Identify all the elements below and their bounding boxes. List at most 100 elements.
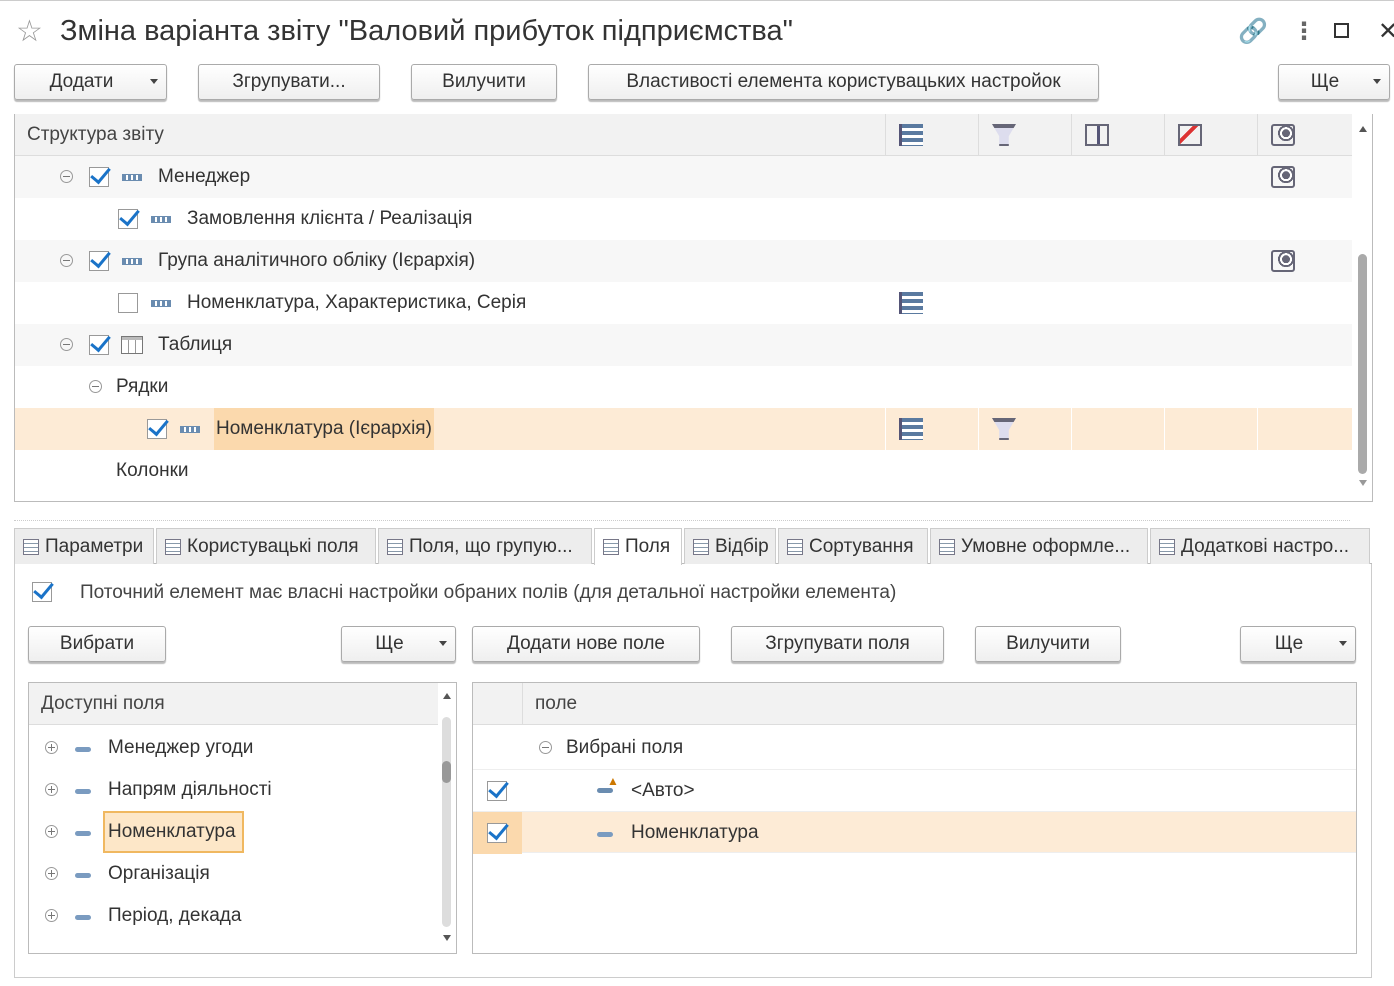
link-icon[interactable]: 🔗 [1238,19,1268,45]
tab-user-fields[interactable]: Користувацькі поля [156,528,376,564]
grouping-icon [180,426,200,433]
list-item-label: Організація [108,863,210,884]
available-fields-header: Доступні поля [29,683,438,725]
more-right-button[interactable]: Ще [1240,626,1356,662]
structure-row-nomenclature-series[interactable]: Номенклатура, Характеристика, Серія [15,282,1352,324]
collapse-icon[interactable] [89,380,102,393]
row-checkbox[interactable] [89,167,109,187]
available-fields-scrollbar[interactable] [440,689,452,945]
structure-row-nomenclature-hierarchy[interactable]: Номенклатура (Ієрархія) [15,408,1352,450]
scroll-down-icon[interactable] [1359,480,1367,486]
row-checkbox[interactable] [89,251,109,271]
own-settings-checkbox[interactable] [32,582,52,602]
column-divider [885,408,886,450]
more-button-label: Ще [1310,71,1340,92]
list-item[interactable]: Період, декада [29,895,438,937]
list-item-selected[interactable]: Номенклатура [29,811,438,853]
favorite-star-icon[interactable]: ☆ [16,17,43,47]
settings-icon[interactable] [1271,250,1295,272]
list-item[interactable]: Напрям діяльності [29,769,438,811]
collapse-icon[interactable] [60,254,73,267]
tab-sort[interactable]: Сортування [778,528,928,564]
group-button[interactable]: Згрупувати... [198,64,380,100]
tab-grouping-fields[interactable]: Поля, що групую... [378,528,592,564]
selected-fields-icon[interactable] [899,418,923,440]
field-icon [597,832,613,837]
field-checkbox[interactable] [487,823,507,843]
column-divider [978,114,979,156]
remove-field-button[interactable]: Вилучити [975,626,1121,662]
conditional-format-column-icon[interactable] [1178,124,1202,146]
tab-fields[interactable]: Поля [594,528,682,565]
tab-conditional-format[interactable]: Умовне оформле... [930,528,1148,564]
table-row-selected[interactable]: Номенклатура [473,811,1356,854]
own-settings-label: Поточний елемент має власні настройки об… [80,582,897,603]
scroll-up-icon[interactable] [443,693,451,699]
expand-icon[interactable] [45,909,58,922]
selected-fields-column-icon[interactable] [899,124,923,146]
expand-icon[interactable] [45,825,58,838]
maximize-icon[interactable] [1334,23,1349,38]
collapse-icon[interactable] [539,741,552,754]
field-checkbox[interactable] [487,781,507,801]
selected-fields-icon[interactable] [899,292,923,314]
element-properties-button[interactable]: Властивості елемента користувацьких наст… [588,64,1099,100]
remove-button[interactable]: Вилучити [411,64,557,100]
structure-row-columns[interactable]: Колонки [15,450,1352,492]
add-button[interactable]: Додати [14,64,167,100]
close-icon[interactable]: ✕ [1378,19,1394,45]
row-checkbox[interactable] [147,419,167,439]
selected-group-row[interactable]: Вибрані поля [473,727,1356,769]
more-actions-icon[interactable]: ⋮ [1292,19,1316,45]
scroll-thumb[interactable] [1358,254,1367,474]
tab-filter[interactable]: Відбір [684,528,776,564]
selected-fields-header: поле [473,683,1356,725]
report-structure-tree[interactable]: Структура звіту Менеджер Замовлення кліє… [14,114,1373,502]
expand-icon[interactable] [45,867,58,880]
collapse-icon[interactable] [60,170,73,183]
row-checkbox[interactable] [118,293,138,313]
group-fields-button[interactable]: Згрупувати поля [731,626,944,662]
splitter[interactable] [14,520,1350,521]
structure-header: Структура звіту [15,114,1352,156]
tab-parameters[interactable]: Параметри [14,528,154,564]
expand-icon[interactable] [45,741,58,754]
table-row[interactable]: ▲ <Авто> [473,769,1356,811]
structure-scrollbar[interactable] [1356,122,1368,492]
structure-row-order[interactable]: Замовлення клієнта / Реалізація [15,198,1352,240]
sort-column-icon[interactable] [1085,124,1109,146]
selected-fields-list[interactable]: поле Вибрані поля ▲ <Авто> Номенклатура [472,682,1357,954]
structure-row-rows[interactable]: Рядки [15,366,1352,408]
list-item[interactable]: Організація [29,853,438,895]
group-label: Вибрані поля [566,737,684,758]
collapse-icon[interactable] [60,338,73,351]
scroll-thumb[interactable] [442,761,451,783]
row-label: Замовлення клієнта / Реалізація [187,208,473,229]
column-divider [1164,114,1165,156]
row-label: Група аналітичного обліку (Ієрархія) [158,250,476,271]
more-left-button[interactable]: Ще [341,626,456,662]
window-title: Зміна варіанта звіту "Валовий прибуток п… [60,15,793,47]
add-new-field-button[interactable]: Додати нове поле [472,626,700,662]
expand-icon[interactable] [45,783,58,796]
scroll-down-icon[interactable] [443,935,451,941]
structure-row-table[interactable]: Таблиця [15,324,1352,366]
row-checkbox[interactable] [89,335,109,355]
select-button[interactable]: Вибрати [28,626,166,662]
structure-row-manager[interactable]: Менеджер [15,156,1352,198]
filter-column-icon[interactable] [992,124,1016,146]
settings-column-icon[interactable] [1271,124,1295,146]
structure-row-analytics-group[interactable]: Група аналітичного обліку (Ієрархія) [15,240,1352,282]
scroll-up-icon[interactable] [1359,126,1367,132]
more-button[interactable]: Ще [1278,64,1390,100]
tab-additional-settings[interactable]: Додаткові настро... [1150,528,1370,564]
settings-icon[interactable] [1271,166,1295,188]
available-fields-list[interactable]: Доступні поля Менеджер угоди Напрям діял… [28,682,457,954]
list-item[interactable]: Менеджер угоди [29,727,438,769]
column-divider [522,683,523,725]
filter-icon[interactable] [992,418,1016,440]
column-divider [1071,114,1072,156]
row-checkbox[interactable] [118,209,138,229]
row-label: Колонки [116,460,189,481]
row-label: Номенклатура (Ієрархія) [214,408,434,450]
